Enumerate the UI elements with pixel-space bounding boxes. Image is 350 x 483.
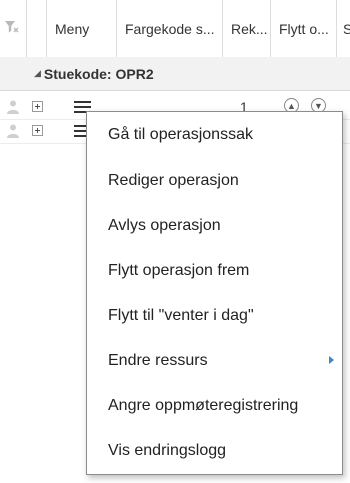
column-header-fargekode[interactable]: Fargekode s... xyxy=(116,0,222,57)
menu-item-label: Endre ressurs xyxy=(108,351,208,369)
menu-item-label: Avlys operasjon xyxy=(108,216,221,234)
chevron-right-icon xyxy=(329,356,334,364)
menu-item-cancel-operation[interactable]: Avlys operasjon xyxy=(87,203,342,248)
menu-item-label: Rediger operasjon xyxy=(108,171,239,189)
grid-header: Meny Fargekode s... Rek... Flytt o... S xyxy=(0,0,350,58)
menu-item-goto-operation-case[interactable]: Gå til operasjonssak xyxy=(87,112,342,157)
expand-plus-icon[interactable] xyxy=(32,101,43,112)
column-header-label: Fargekode s... xyxy=(125,20,215,37)
column-header-label: Meny xyxy=(55,20,90,37)
column-header-label: S xyxy=(343,21,350,37)
context-menu: Gå til operasjonssak Rediger operasjon A… xyxy=(86,111,343,475)
column-header-rek[interactable]: Rek... xyxy=(222,0,270,57)
menu-item-label: Gå til operasjonssak xyxy=(108,125,253,143)
column-header-label: Flytt o... xyxy=(279,20,329,37)
menu-item-label: Angre oppmøteregistrering xyxy=(108,396,299,414)
expander-column-header xyxy=(26,0,46,57)
person-icon xyxy=(6,123,20,144)
group-row[interactable]: ◢ Stuekode: OPR2 xyxy=(0,57,350,91)
column-header-label: Rek... xyxy=(231,20,268,37)
menu-item-label: Flytt til "venter i dag" xyxy=(108,306,254,324)
menu-item-undo-attendance-registration[interactable]: Angre oppmøteregistrering xyxy=(87,383,342,428)
expand-plus-icon[interactable] xyxy=(32,125,43,136)
menu-item-edit-operation[interactable]: Rediger operasjon xyxy=(87,158,342,203)
menu-item-label: Flytt operasjon frem xyxy=(108,261,250,279)
collapse-triangle-icon[interactable]: ◢ xyxy=(34,68,41,79)
column-header-s[interactable]: S xyxy=(336,0,350,57)
menu-item-move-to-waiting-today[interactable]: Flytt til "venter i dag" xyxy=(87,293,342,338)
group-label: Stuekode: OPR2 xyxy=(43,65,154,82)
column-header-flytt[interactable]: Flytt o... xyxy=(270,0,336,57)
menu-item-move-operation-forward[interactable]: Flytt operasjon frem xyxy=(87,248,342,293)
menu-item-label: Vis endringslogg xyxy=(108,441,227,459)
column-header-meny[interactable]: Meny xyxy=(46,0,116,57)
filter-clear-icon[interactable] xyxy=(4,19,20,38)
person-icon xyxy=(6,99,20,120)
menu-item-show-change-log[interactable]: Vis endringslogg xyxy=(87,428,342,473)
menu-item-change-resource[interactable]: Endre ressurs xyxy=(87,338,342,383)
filter-column-header[interactable] xyxy=(0,0,26,57)
